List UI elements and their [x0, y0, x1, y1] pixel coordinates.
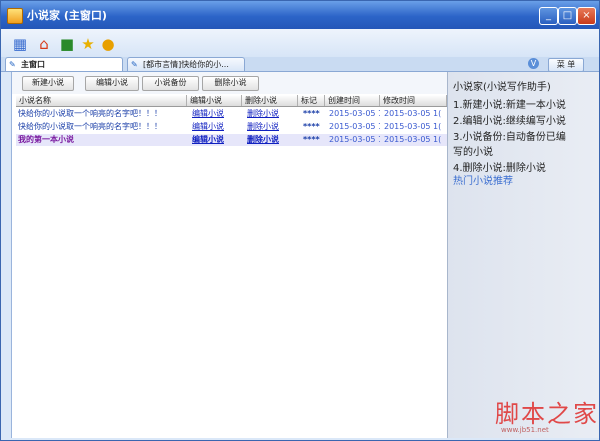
dropdown-toggle-icon[interactable]: V: [528, 58, 539, 69]
delete-link[interactable]: 删除小说: [245, 121, 298, 133]
table-row[interactable]: 快给你的小说取一个响亮的名字吧！！！ 编辑小说 删除小说 **** 2015-0…: [16, 108, 447, 120]
maximize-button[interactable]: □: [558, 7, 577, 25]
edit-link[interactable]: 编辑小说: [190, 121, 242, 133]
watermark-logo: 脚本之家: [495, 400, 599, 428]
help-sidebar: 小说家(小说写作助手) 1.新建小说:新建一本小说 2.编辑小说:继续编写小说 …: [447, 72, 599, 438]
table-row[interactable]: 我的第一本小说 编辑小说 删除小说 **** 2015-03-05 1( 201…: [16, 134, 447, 146]
table-header: 小说名称 编辑小说 删除小说 标记 创建时间 修改时间: [16, 95, 447, 107]
home-icon[interactable]: ⌂: [35, 35, 53, 53]
hot-novels-link[interactable]: 热门小说推荐: [453, 172, 513, 187]
column-header[interactable]: 修改时间: [380, 95, 447, 106]
modified-time: 2015-03-05 1(: [384, 135, 442, 144]
created-time: 2015-03-05 1(: [329, 122, 380, 131]
sidebar-title: 小说家(小说写作助手): [453, 82, 551, 93]
watermark-url: www.jb51.net: [501, 426, 549, 434]
main-panel: 新建小说 编辑小说 小说备份 删除小说 小说名称 编辑小说 删除小说 标记 创建…: [11, 72, 447, 438]
novel-name: 快给你的小说取一个响亮的名字吧！！！: [18, 109, 162, 118]
tab-icon: ✎: [131, 60, 138, 69]
column-header[interactable]: 编辑小说: [187, 95, 242, 106]
sidebar-line: 1.新建小说:新建一本小说: [453, 100, 566, 111]
menu-button[interactable]: 菜 单: [548, 58, 584, 72]
close-button[interactable]: ×: [577, 7, 596, 25]
button-bar: 新建小说 编辑小说 小说备份 删除小说: [12, 72, 447, 94]
sidebar-line: 写的小说: [453, 147, 493, 158]
modified-time: 2015-03-05 1(: [384, 109, 442, 118]
tab-bar: ✎ 主窗口 ✎ [都市言情]快给你的小...: [1, 57, 599, 72]
app-icon: [7, 8, 23, 24]
sidebar-line: 2.编辑小说:继续编写小说: [453, 116, 566, 127]
novel-name: 快给你的小说取一个响亮的名字吧！！！: [18, 122, 162, 131]
main-window: 小说家 (主窗口) _ □ × ▦ ⌂ ■ ★ ● ✎ 主窗口 ✎ [都市言情]…: [0, 0, 600, 441]
modified-time: 2015-03-05 1(: [384, 122, 442, 131]
edit-novel-button[interactable]: 编辑小说: [85, 76, 139, 91]
book-icon[interactable]: ■: [58, 35, 76, 53]
backup-novel-button[interactable]: 小说备份: [142, 76, 199, 91]
tab-novel[interactable]: ✎ [都市言情]快给你的小...: [127, 57, 245, 71]
created-time: 2015-03-05 1(: [329, 135, 380, 144]
delete-novel-button[interactable]: 删除小说: [202, 76, 259, 91]
title-bar[interactable]: 小说家 (主窗口) _ □ ×: [1, 1, 599, 29]
table-row[interactable]: 快给你的小说取一个响亮的名字吧！！！ 编辑小说 删除小说 **** 2015-0…: [16, 121, 447, 133]
column-header[interactable]: 删除小说: [242, 95, 298, 106]
window-icon[interactable]: ▦: [11, 35, 29, 53]
tab-main-window[interactable]: ✎ 主窗口: [5, 57, 123, 71]
star-icon[interactable]: ★: [79, 35, 97, 53]
tab-icon: ✎: [9, 60, 16, 69]
sidebar-line: 3.小说备份:自动备份已编: [453, 132, 566, 143]
column-header[interactable]: 创建时间: [325, 95, 380, 106]
delete-link[interactable]: 删除小说: [245, 134, 298, 146]
edit-link[interactable]: 编辑小说: [190, 134, 242, 146]
window-title: 小说家 (主窗口): [27, 9, 107, 22]
toolbar: ▦ ⌂ ■ ★ ●: [1, 29, 599, 57]
mark: ****: [303, 122, 320, 131]
minimize-button[interactable]: _: [539, 7, 558, 25]
novel-name: 我的第一本小说: [18, 135, 74, 144]
delete-link[interactable]: 删除小说: [245, 108, 298, 120]
created-time: 2015-03-05 1(: [329, 109, 380, 118]
edit-link[interactable]: 编辑小说: [190, 108, 242, 120]
chat-icon[interactable]: ●: [99, 35, 117, 53]
new-novel-button[interactable]: 新建小说: [22, 76, 74, 91]
mark: ****: [303, 135, 320, 144]
column-header[interactable]: 小说名称: [16, 95, 187, 106]
column-header[interactable]: 标记: [298, 95, 325, 106]
mark: ****: [303, 109, 320, 118]
tab-label: [都市言情]快给你的小...: [143, 60, 229, 69]
tab-label: 主窗口: [21, 60, 45, 69]
